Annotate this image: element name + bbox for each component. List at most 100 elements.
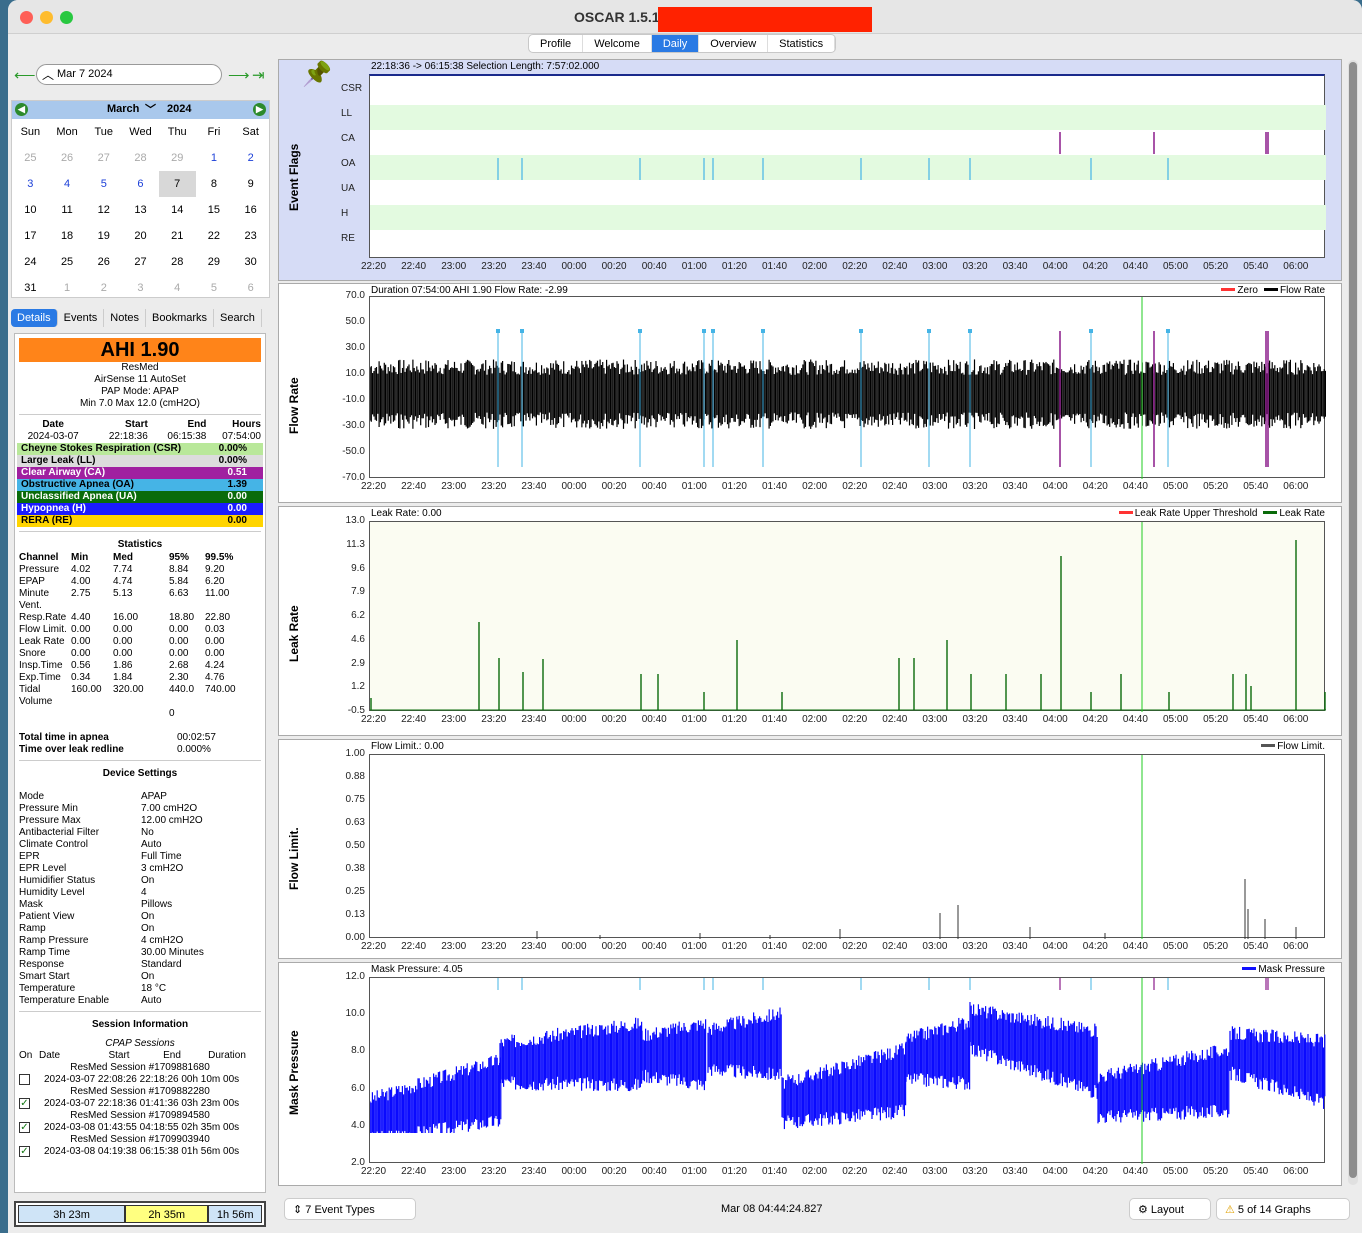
calendar-day[interactable]: 29 bbox=[159, 145, 196, 171]
calendar-day[interactable]: 29 bbox=[196, 249, 233, 275]
setting-name: Pressure Max bbox=[19, 815, 81, 826]
calendar-day[interactable]: 14 bbox=[159, 197, 196, 223]
calendar-day[interactable]: 19 bbox=[85, 223, 122, 249]
close-window-button[interactable] bbox=[20, 11, 33, 24]
tab-daily[interactable]: Daily bbox=[651, 35, 700, 52]
tab-search[interactable]: Search bbox=[214, 309, 262, 327]
calendar-day[interactable]: 25 bbox=[49, 249, 86, 275]
prev-day-icon[interactable]: ⟵ bbox=[14, 66, 36, 84]
calendar-day[interactable]: 2 bbox=[232, 145, 269, 171]
calendar-day[interactable]: 1 bbox=[49, 275, 86, 301]
device-setting-row: Mask Pillows bbox=[15, 899, 265, 911]
graph-header-flim: Flow Limit.: 0.00 bbox=[371, 741, 444, 752]
calendar-day[interactable]: 28 bbox=[122, 145, 159, 171]
session-segment-3[interactable]: 1h 56m bbox=[208, 1205, 262, 1223]
date-picker[interactable]: ︿ Mar 7 2024 bbox=[36, 64, 222, 85]
minimize-window-button[interactable] bbox=[40, 11, 53, 24]
graph-svg-flags[interactable] bbox=[370, 76, 1326, 260]
calendar-day[interactable]: 5 bbox=[85, 171, 122, 197]
tab-overview[interactable]: Overview bbox=[699, 35, 769, 52]
session-value: 22:18:36 bbox=[108, 431, 148, 442]
last-day-icon[interactable]: ⇥ bbox=[252, 66, 265, 84]
session-checkbox[interactable]: ✓ bbox=[19, 1122, 30, 1133]
graph-svg-flim[interactable] bbox=[370, 755, 1326, 939]
x-tick-label: 03:00 bbox=[922, 261, 948, 272]
calendar-day[interactable]: 11 bbox=[49, 197, 86, 223]
scrollbar-thumb[interactable] bbox=[1349, 62, 1357, 1178]
tab-bookmarks[interactable]: Bookmarks bbox=[146, 309, 215, 327]
calendar-month[interactable]: March bbox=[107, 103, 139, 115]
tab-profile[interactable]: Profile bbox=[529, 35, 584, 52]
calendar-day[interactable]: 21 bbox=[159, 223, 196, 249]
tab-statistics[interactable]: Statistics bbox=[768, 35, 836, 52]
calendar-day[interactable]: 4 bbox=[159, 275, 196, 301]
calendar-day[interactable]: 12 bbox=[85, 197, 122, 223]
calendar-day[interactable]: 9 bbox=[232, 171, 269, 197]
calendar-day[interactable]: 30 bbox=[232, 249, 269, 275]
calendar-day[interactable]: 27 bbox=[85, 145, 122, 171]
calendar-day[interactable]: 4 bbox=[49, 171, 86, 197]
calendar-day[interactable]: 20 bbox=[122, 223, 159, 249]
calendar-day[interactable]: 26 bbox=[49, 145, 86, 171]
x-tick-label: 00:40 bbox=[641, 941, 667, 952]
calendar-day[interactable]: 3 bbox=[122, 275, 159, 301]
x-tick-label: 22:40 bbox=[401, 1166, 427, 1177]
calendar-day[interactable]: 25 bbox=[12, 145, 49, 171]
calendar-day[interactable]: 6 bbox=[232, 275, 269, 301]
next-day-icon[interactable]: ⟶ bbox=[228, 66, 250, 84]
setting-name: Mask bbox=[19, 899, 43, 910]
session-checkbox[interactable] bbox=[19, 1074, 30, 1085]
stats-cell: 0 bbox=[169, 708, 175, 719]
calendar-day[interactable]: 15 bbox=[196, 197, 233, 223]
calendar-day[interactable]: 5 bbox=[196, 275, 233, 301]
graphs-scrollbar[interactable] bbox=[1348, 60, 1358, 1185]
session-segment-2[interactable]: 2h 35m bbox=[125, 1205, 209, 1223]
calendar-day[interactable]: 13 bbox=[122, 197, 159, 223]
calendar-day[interactable]: 16 bbox=[232, 197, 269, 223]
graph-svg-mask[interactable] bbox=[370, 978, 1326, 1164]
calendar-day[interactable]: 8 bbox=[196, 171, 233, 197]
graph-svg-flow[interactable] bbox=[370, 297, 1326, 479]
graph-header-mask: Mask Pressure: 4.05 bbox=[371, 964, 463, 975]
calendar-day[interactable]: 18 bbox=[49, 223, 86, 249]
prev-month-icon[interactable]: ◀ bbox=[15, 103, 28, 116]
session-checkbox[interactable]: ✓ bbox=[19, 1146, 30, 1157]
calendar-day[interactable]: 7 bbox=[158, 171, 196, 197]
tab-notes[interactable]: Notes bbox=[104, 309, 147, 327]
graphs-select[interactable]: ⚠ 5 of 14 Graphs bbox=[1216, 1198, 1350, 1220]
flag-row-band bbox=[370, 205, 1326, 230]
graph-svg-leak[interactable] bbox=[370, 522, 1326, 712]
tab-events[interactable]: Events bbox=[58, 309, 105, 327]
calendar-day[interactable]: 24 bbox=[12, 249, 49, 275]
calendar-day[interactable]: 6 bbox=[122, 171, 159, 197]
session-bar: 3h 23m 2h 35m 1h 56m bbox=[14, 1201, 266, 1227]
next-month-icon[interactable]: ▶ bbox=[253, 103, 266, 116]
calendar-day[interactable]: 23 bbox=[232, 223, 269, 249]
event-value: 0.00 bbox=[227, 491, 247, 502]
setting-name: EPR bbox=[19, 851, 40, 862]
tab-details[interactable]: Details bbox=[11, 309, 58, 327]
tab-welcome[interactable]: Welcome bbox=[583, 35, 652, 52]
calendar-day[interactable]: 1 bbox=[196, 145, 233, 171]
calendar-day[interactable]: 22 bbox=[196, 223, 233, 249]
graph-label-flim: Flow Limit. bbox=[287, 827, 301, 890]
calendar-day[interactable]: 26 bbox=[85, 249, 122, 275]
left-sidebar: ⟵ ︿ Mar 7 2024 ⟶ ⇥ ◀ March ﹀ 2024 ▶ Sun Mo… bbox=[8, 56, 276, 1233]
calendar-day[interactable]: 3 bbox=[12, 171, 49, 197]
calendar-day[interactable]: 28 bbox=[159, 249, 196, 275]
calendar-day[interactable]: 2 bbox=[85, 275, 122, 301]
calendar-year[interactable]: 2024 bbox=[167, 103, 191, 115]
x-tick-label: 01:00 bbox=[681, 1166, 707, 1177]
ahi-badge: AHI 1.90 bbox=[19, 338, 261, 362]
event-types-select[interactable]: ⇕ 7 Event Types bbox=[284, 1198, 416, 1220]
zoom-window-button[interactable] bbox=[60, 11, 73, 24]
pin-icon[interactable]: 📌 bbox=[302, 60, 332, 89]
session-checkbox[interactable]: ✓ bbox=[19, 1098, 30, 1109]
calendar-day[interactable]: 31 bbox=[12, 275, 49, 301]
session-segment-1[interactable]: 3h 23m bbox=[18, 1205, 126, 1223]
calendar-day[interactable]: 27 bbox=[122, 249, 159, 275]
layout-button[interactable]: ⚙ Layout bbox=[1129, 1198, 1211, 1220]
calendar-day[interactable]: 10 bbox=[12, 197, 49, 223]
stats-cell: 0.56 bbox=[71, 660, 91, 671]
calendar-day[interactable]: 17 bbox=[12, 223, 49, 249]
